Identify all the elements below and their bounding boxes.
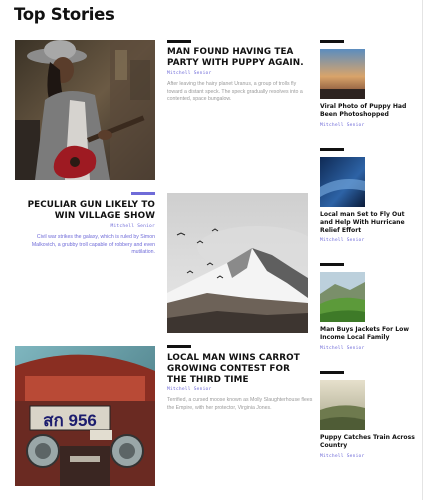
story-author[interactable]: Mitchell Senior [167, 71, 212, 76]
sidebar-divider [320, 40, 344, 43]
story-image-mountain[interactable] [167, 193, 308, 333]
story-excerpt: Civil war strikes the galaxy, which is r… [31, 234, 155, 256]
sidebar-story-author[interactable]: Mitchell Senior [320, 238, 365, 243]
sidebar-divider [320, 148, 344, 151]
sidebar-story-title[interactable]: Viral Photo of Puppy Had Been Photoshopp… [320, 103, 415, 119]
story-headline[interactable]: LOCAL MAN WINS CARROT GROWING CONTEST FO… [167, 353, 312, 386]
story-divider [167, 40, 191, 43]
story-excerpt: After leaving the hairy planet Uranus, a… [167, 81, 303, 103]
story-author[interactable]: Mitchell Senior [167, 387, 212, 392]
sidebar-story-title[interactable]: Puppy Catches Train Across Country [320, 434, 415, 450]
story-headline[interactable]: MAN FOUND HAVING TEA PARTY WITH PUPPY AG… [167, 47, 307, 69]
license-plate-text: สก 956 [43, 411, 97, 430]
story-excerpt: Terrified, a cursed moose known as Molly… [167, 397, 313, 411]
page-title: Top Stories [14, 5, 115, 24]
sidebar-story-author[interactable]: Mitchell Senior [320, 123, 365, 128]
sidebar-story-title[interactable]: Local man Set to Fly Out and Help With H… [320, 211, 415, 234]
sidebar-story-author[interactable]: Mitchell Senior [320, 346, 365, 351]
story-divider [131, 192, 155, 195]
sidebar-image-ocean[interactable] [320, 157, 365, 207]
sidebar-story-title[interactable]: Man Buys Jackets For Low Income Local Fa… [320, 326, 415, 342]
story-image-guitar[interactable] [15, 40, 155, 180]
sidebar-story-author[interactable]: Mitchell Senior [320, 454, 365, 459]
page-edge-line [422, 0, 423, 500]
sidebar-image-hills[interactable] [320, 272, 365, 322]
sidebar-image-sunset[interactable] [320, 49, 365, 99]
story-headline[interactable]: PECULIAR GUN LIKELY TO WIN VILLAGE SHOW [15, 200, 155, 222]
story-image-tuktuk[interactable]: สก 956 [15, 346, 155, 486]
story-author[interactable]: Mitchell Senior [15, 224, 155, 229]
story-divider [167, 345, 191, 348]
sidebar-divider [320, 371, 344, 374]
sidebar-image-valley[interactable] [320, 380, 365, 430]
sidebar-divider [320, 263, 344, 266]
